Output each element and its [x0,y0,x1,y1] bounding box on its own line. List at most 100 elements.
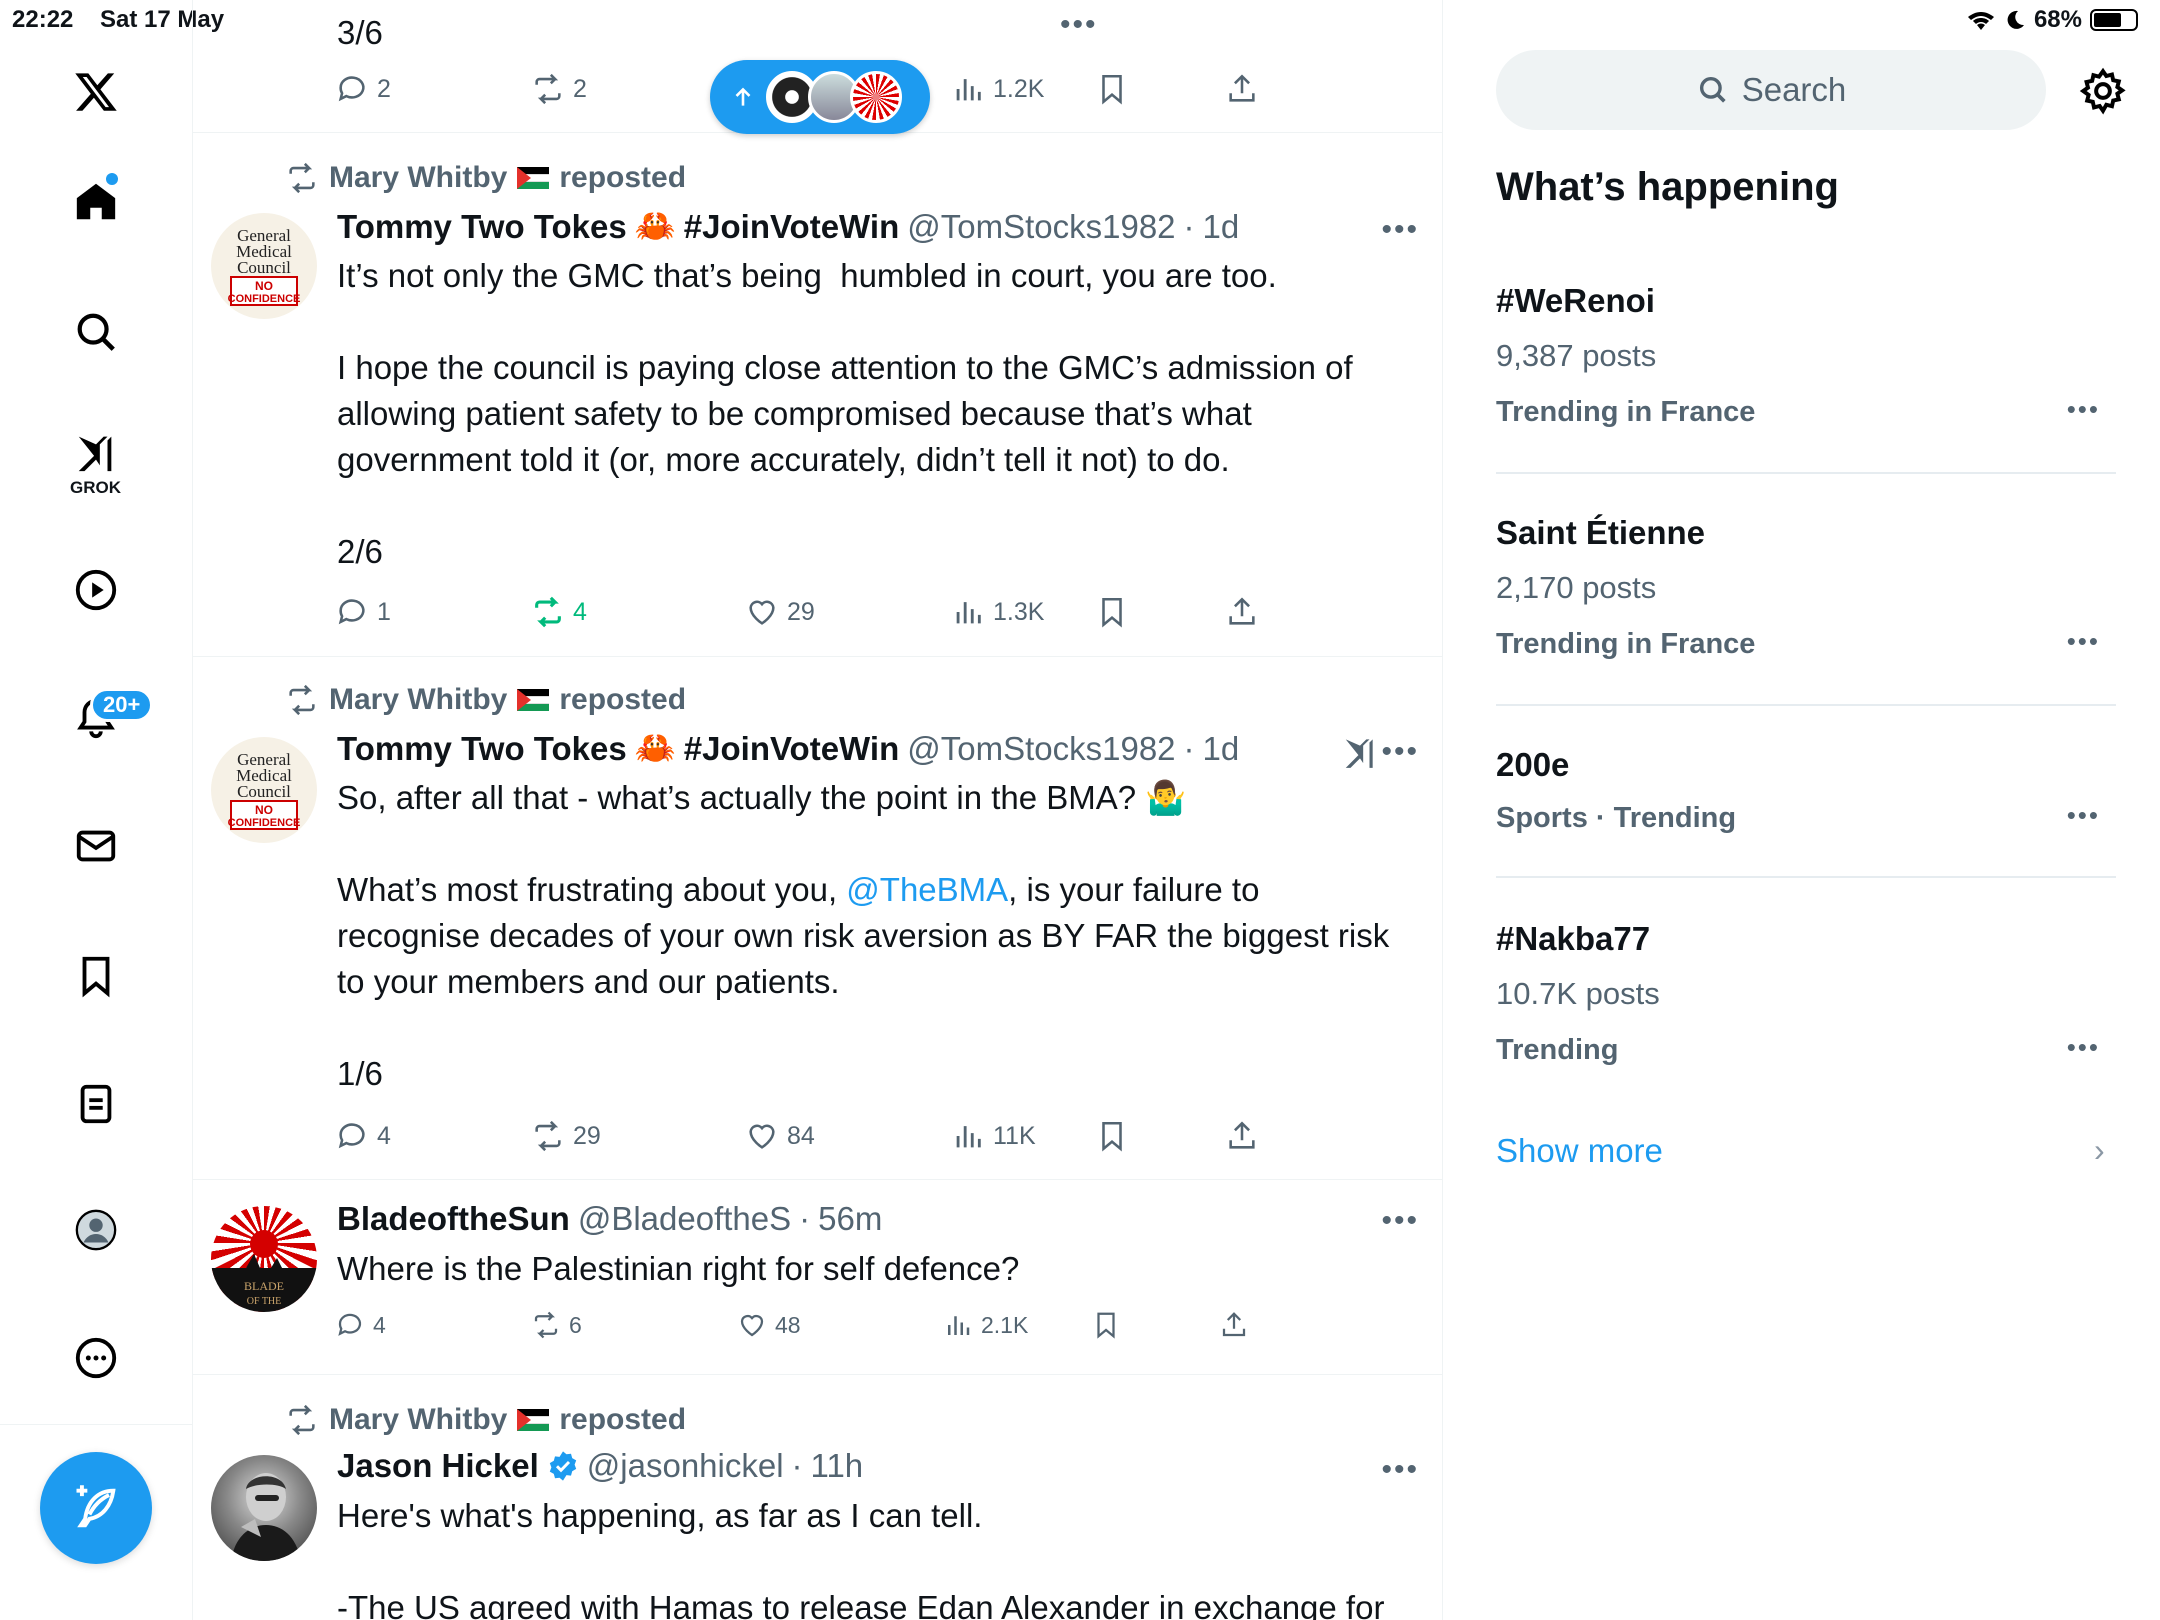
author-name[interactable]: Tommy Two Tokes [337,208,627,246]
trend-more-icon[interactable]: ••• [2067,800,2100,831]
tweet-time[interactable]: 56m [818,1200,882,1238]
author-handle[interactable]: @TomStocks1982 [907,208,1175,246]
tweet[interactable]: Mary Whitby reposted General Medical Cou… [193,133,1442,657]
repost-attribution[interactable]: Mary Whitby reposted [285,683,686,717]
bookmark-button[interactable] [1095,595,1129,629]
repost-attribution[interactable]: Mary Whitby reposted [285,161,686,195]
grok-explain-icon[interactable] [1341,733,1379,771]
settings-gear-icon[interactable] [2078,66,2128,116]
messages-icon[interactable] [66,816,126,876]
more-options-icon[interactable]: ••• [1381,1204,1419,1238]
trend-item[interactable]: 200e Sports · Trending ••• [1496,742,2116,882]
trend-context: Trending [1496,1034,1619,1066]
bookmark-button[interactable] [1091,1310,1121,1340]
reply-icon [338,76,365,102]
whats-happening-title: What’s happening [1496,165,1839,209]
notifications-badge: 20+ [90,688,154,722]
reply-button[interactable]: 4 [335,1310,386,1340]
tweet[interactable]: Mary Whitby reposted Jason Hickel @jason… [193,1375,1442,1620]
views-count: 11K [993,1121,1036,1150]
avatar-jason-hickel[interactable] [211,1455,317,1561]
lists-icon[interactable] [66,1074,126,1134]
author-handle[interactable]: @jasonhickel [587,1447,784,1485]
video-icon[interactable] [66,560,126,620]
share-button[interactable] [1225,1119,1259,1153]
like-count: 48 [775,1311,801,1338]
svg-text:NO: NO [255,279,273,293]
avatar-gmc[interactable]: General Medical Council NO CONFIDENCE [211,737,317,843]
author-handle[interactable]: @BladeoftheS [578,1200,791,1238]
like-button[interactable]: 84 [745,1119,815,1153]
repost-button[interactable]: 29 [531,1119,601,1153]
more-options-icon[interactable]: ••• [1381,735,1419,769]
like-count: 29 [787,597,815,626]
reply-button[interactable]: 1 [335,595,391,629]
views-button[interactable]: 1.2K [951,72,1044,106]
separator-dot: · [799,1200,811,1237]
bookmark-button[interactable] [1095,72,1129,106]
search-bar[interactable]: Search [1496,50,2046,130]
repost-button[interactable]: 2 [531,72,587,106]
author-hashtag: #JoinVoteWin [683,207,900,245]
views-count: 2.1K [981,1311,1029,1338]
author-name[interactable]: Tommy Two Tokes [337,730,627,768]
avatar-blade[interactable]: BLADE OF THE [211,1206,317,1312]
trend-context: Trending in France [1496,628,1756,660]
arrow-up-icon [735,87,751,106]
like-button[interactable]: 48 [737,1310,801,1340]
show-more-link[interactable]: Show more [1496,1132,1663,1170]
share-button[interactable] [1225,72,1259,106]
left-nav: GROK 20+ [0,0,193,1620]
like-button[interactable]: 29 [745,595,815,629]
svg-text:OF THE: OF THE [247,1296,282,1307]
share-button[interactable] [1219,1310,1249,1340]
trend-more-icon[interactable]: ••• [2067,626,2100,657]
compose-button[interactable] [40,1452,152,1564]
repost-attribution[interactable]: Mary Whitby reposted [285,1403,686,1437]
trend-more-icon[interactable]: ••• [2067,1032,2100,1063]
trend-more-icon[interactable]: ••• [2067,394,2100,425]
repost-button[interactable]: 6 [531,1310,582,1340]
tweet[interactable]: BLADE OF THE BladeoftheSun @BladeoftheS … [193,1180,1442,1375]
tweet-time[interactable]: 1d [1203,730,1240,768]
tweet-time[interactable]: 1d [1203,208,1240,246]
trend-count: 10.7K posts [1496,976,1660,1011]
repost-count: 4 [573,597,587,626]
reply-button[interactable]: 2 [335,72,391,106]
tweet-body: 3/6 [337,14,383,51]
home-unread-dot [106,173,118,185]
tweet[interactable]: Mary Whitby reposted General Medical Cou… [193,657,1442,1180]
reply-button[interactable]: 4 [335,1119,391,1153]
profile-icon[interactable] [66,1200,126,1260]
tweet-partial-top[interactable]: 3/6 2 2 1.2K [193,0,1442,134]
more-icon[interactable] [66,1328,126,1388]
x-logo-icon[interactable] [66,62,126,122]
author-name[interactable]: BladeoftheSun [337,1200,570,1238]
bookmark-icon [1102,74,1122,105]
bookmarks-icon[interactable] [66,946,126,1006]
grok-icon[interactable] [66,422,126,482]
trend-item[interactable]: Saint Étienne 2,170 posts Trending in Fr… [1496,510,2116,710]
search-nav-icon[interactable] [66,302,126,362]
trend-item[interactable]: #WeRenoi 9,387 posts Trending in France … [1496,278,2116,478]
repost-count: 6 [569,1311,582,1338]
new-posts-pill[interactable] [710,60,930,134]
views-button[interactable]: 1.3K [951,595,1044,629]
more-options-icon[interactable]: ••• [1381,1453,1419,1487]
views-button[interactable]: 11K [951,1119,1036,1153]
bookmark-button[interactable] [1095,1119,1129,1153]
repost-button[interactable]: 4 [531,595,587,629]
author-name[interactable]: Jason Hickel [337,1447,539,1485]
more-options-icon[interactable]: ••• [1381,213,1419,247]
share-button[interactable] [1225,595,1259,629]
trend-item[interactable]: #Nakba77 10.7K posts Trending ••• [1496,916,2116,1116]
trend-count: 2,170 posts [1496,570,1657,605]
author-handle[interactable]: @TomStocks1982 [907,730,1175,768]
verified-badge-icon [549,1451,576,1481]
mention-link[interactable]: @TheBMA [846,871,1008,908]
tweet-body: It’s not only the GMC that’s being humbl… [337,257,1353,570]
chevron-right-icon[interactable]: › [2094,1132,2105,1169]
tweet-time[interactable]: 11h [811,1447,864,1485]
views-button[interactable]: 2.1K [943,1310,1028,1340]
avatar-gmc[interactable]: General Medical Council NO CONFIDENCE [211,213,317,319]
